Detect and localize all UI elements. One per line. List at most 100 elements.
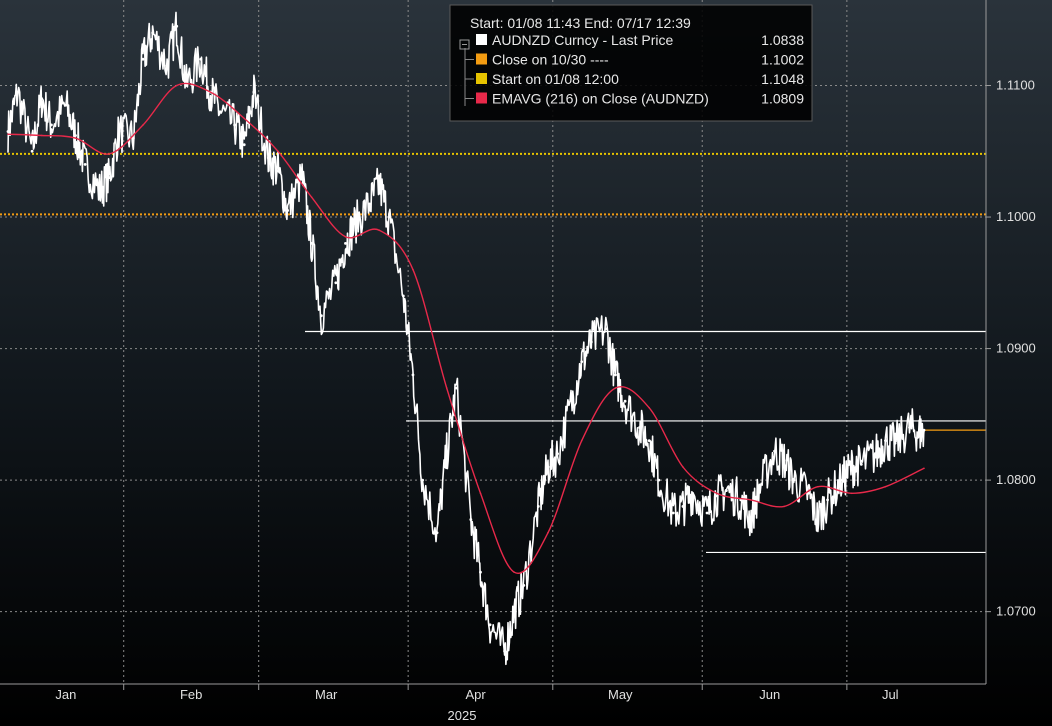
price-data-point bbox=[503, 649, 506, 653]
price-data-point bbox=[604, 327, 608, 331]
legend-label: Start on 01/08 12:00 bbox=[492, 71, 619, 87]
ema-data-point bbox=[749, 499, 752, 501]
price-data-point bbox=[368, 202, 371, 206]
ema-data-point bbox=[547, 531, 549, 534]
price-data-point bbox=[401, 294, 405, 298]
ema-data-point bbox=[310, 196, 313, 199]
price-data-point bbox=[917, 431, 921, 435]
price-data-point bbox=[175, 24, 179, 28]
ema-data-point bbox=[682, 466, 684, 468]
ema-data-point bbox=[175, 84, 178, 87]
price-data-point bbox=[151, 31, 155, 35]
price-chart: 1.0700 1.0800 1.0900 1.1000 1.1100 Jan Feb Mar A… bbox=[0, 0, 1052, 726]
price-data-point bbox=[469, 518, 473, 521]
price-data-point bbox=[893, 441, 897, 445]
legend-header: Start: 01/08 11:43 End: 07/17 12:39 bbox=[470, 15, 691, 31]
ema-data-point bbox=[445, 387, 448, 389]
price-data-point bbox=[319, 314, 323, 318]
price-data-point bbox=[691, 491, 694, 495]
ema-data-point bbox=[884, 485, 887, 488]
price-data-point bbox=[300, 176, 304, 179]
ema-data-point bbox=[74, 137, 77, 139]
ema-data-point bbox=[378, 229, 381, 231]
price-data-point bbox=[218, 110, 222, 114]
ema-data-point bbox=[513, 571, 516, 573]
year-label: 2025 bbox=[448, 708, 477, 723]
price-data-point bbox=[580, 360, 584, 364]
price-data-point bbox=[589, 340, 593, 344]
price-data-point bbox=[353, 222, 357, 226]
price-data-point bbox=[252, 90, 256, 94]
y-tick-label: 1.0900 bbox=[996, 341, 1036, 356]
price-data-point bbox=[570, 399, 574, 403]
price-data-point bbox=[199, 57, 203, 61]
price-data-point bbox=[922, 428, 926, 432]
y-tick-label: 1.0800 bbox=[996, 472, 1036, 487]
price-data-point bbox=[387, 215, 391, 219]
ema-data-point bbox=[850, 492, 853, 495]
price-data-point bbox=[638, 426, 641, 429]
price-data-point bbox=[874, 452, 878, 456]
x-month-label: May bbox=[608, 687, 633, 702]
ema-data-point bbox=[715, 492, 718, 495]
ema-data-point bbox=[7, 133, 9, 135]
price-data-point bbox=[488, 623, 492, 627]
legend: Start: 01/08 11:43 End: 07/17 12:39 AUDN… bbox=[449, 4, 813, 122]
price-data-point bbox=[141, 57, 145, 61]
price-data-point bbox=[850, 465, 854, 469]
price-data-point bbox=[792, 478, 796, 482]
ema-data-point bbox=[614, 387, 617, 389]
price-data-point bbox=[98, 189, 101, 193]
x-month-label: Jun bbox=[759, 687, 780, 702]
legend-value: 1.0809 bbox=[761, 91, 804, 107]
price-data-point bbox=[715, 494, 719, 498]
price-data-point bbox=[266, 156, 270, 160]
legend-label: Close on 10/30 ---- bbox=[492, 52, 609, 68]
price-data-point bbox=[546, 465, 550, 469]
price-data-point bbox=[411, 373, 415, 377]
ema-data-point bbox=[243, 117, 246, 120]
price-data-point bbox=[445, 452, 449, 456]
price-data-point bbox=[614, 373, 617, 377]
legend-value: 1.1048 bbox=[761, 71, 804, 87]
price-data-point bbox=[286, 209, 290, 212]
price-data-point bbox=[479, 570, 482, 574]
ema-data-point bbox=[142, 124, 144, 126]
ema-data-point bbox=[40, 134, 43, 137]
price-data-point bbox=[30, 149, 34, 153]
x-month-label: Mar bbox=[315, 687, 338, 702]
legend-swatch bbox=[476, 73, 487, 84]
price-data-point bbox=[773, 449, 776, 453]
price-data-point bbox=[107, 176, 111, 179]
price-data-point bbox=[512, 610, 516, 614]
price-data-point bbox=[276, 169, 280, 173]
ema-data-point bbox=[817, 485, 819, 488]
ema-data-point bbox=[923, 467, 925, 470]
price-data-point bbox=[117, 130, 121, 133]
price-data-point bbox=[749, 518, 752, 521]
price-data-point bbox=[556, 452, 559, 456]
price-data-point bbox=[233, 123, 236, 127]
ema-data-point bbox=[412, 268, 414, 271]
price-data-point bbox=[377, 182, 381, 186]
price-data-point bbox=[83, 163, 87, 166]
price-data-point bbox=[40, 97, 44, 101]
y-tick-label: 1.0700 bbox=[996, 604, 1036, 619]
ema-data-point bbox=[344, 235, 347, 238]
price-data-point bbox=[16, 90, 20, 94]
y-tick-label: 1.1100 bbox=[996, 78, 1035, 93]
ema-data-point bbox=[648, 406, 650, 409]
price-data-point bbox=[671, 511, 675, 515]
price-data-point bbox=[454, 386, 458, 390]
price-data-point bbox=[647, 439, 651, 443]
price-data-point bbox=[64, 103, 68, 107]
price-data-point bbox=[884, 439, 887, 443]
price-data-point bbox=[165, 64, 169, 68]
legend-swatch bbox=[476, 92, 487, 104]
price-data-point bbox=[657, 478, 661, 482]
x-month-label: Feb bbox=[180, 687, 202, 702]
price-data-point bbox=[74, 134, 77, 137]
legend-swatch bbox=[476, 34, 487, 45]
x-month-label: Jan bbox=[55, 687, 76, 702]
price-data-point bbox=[421, 478, 425, 482]
